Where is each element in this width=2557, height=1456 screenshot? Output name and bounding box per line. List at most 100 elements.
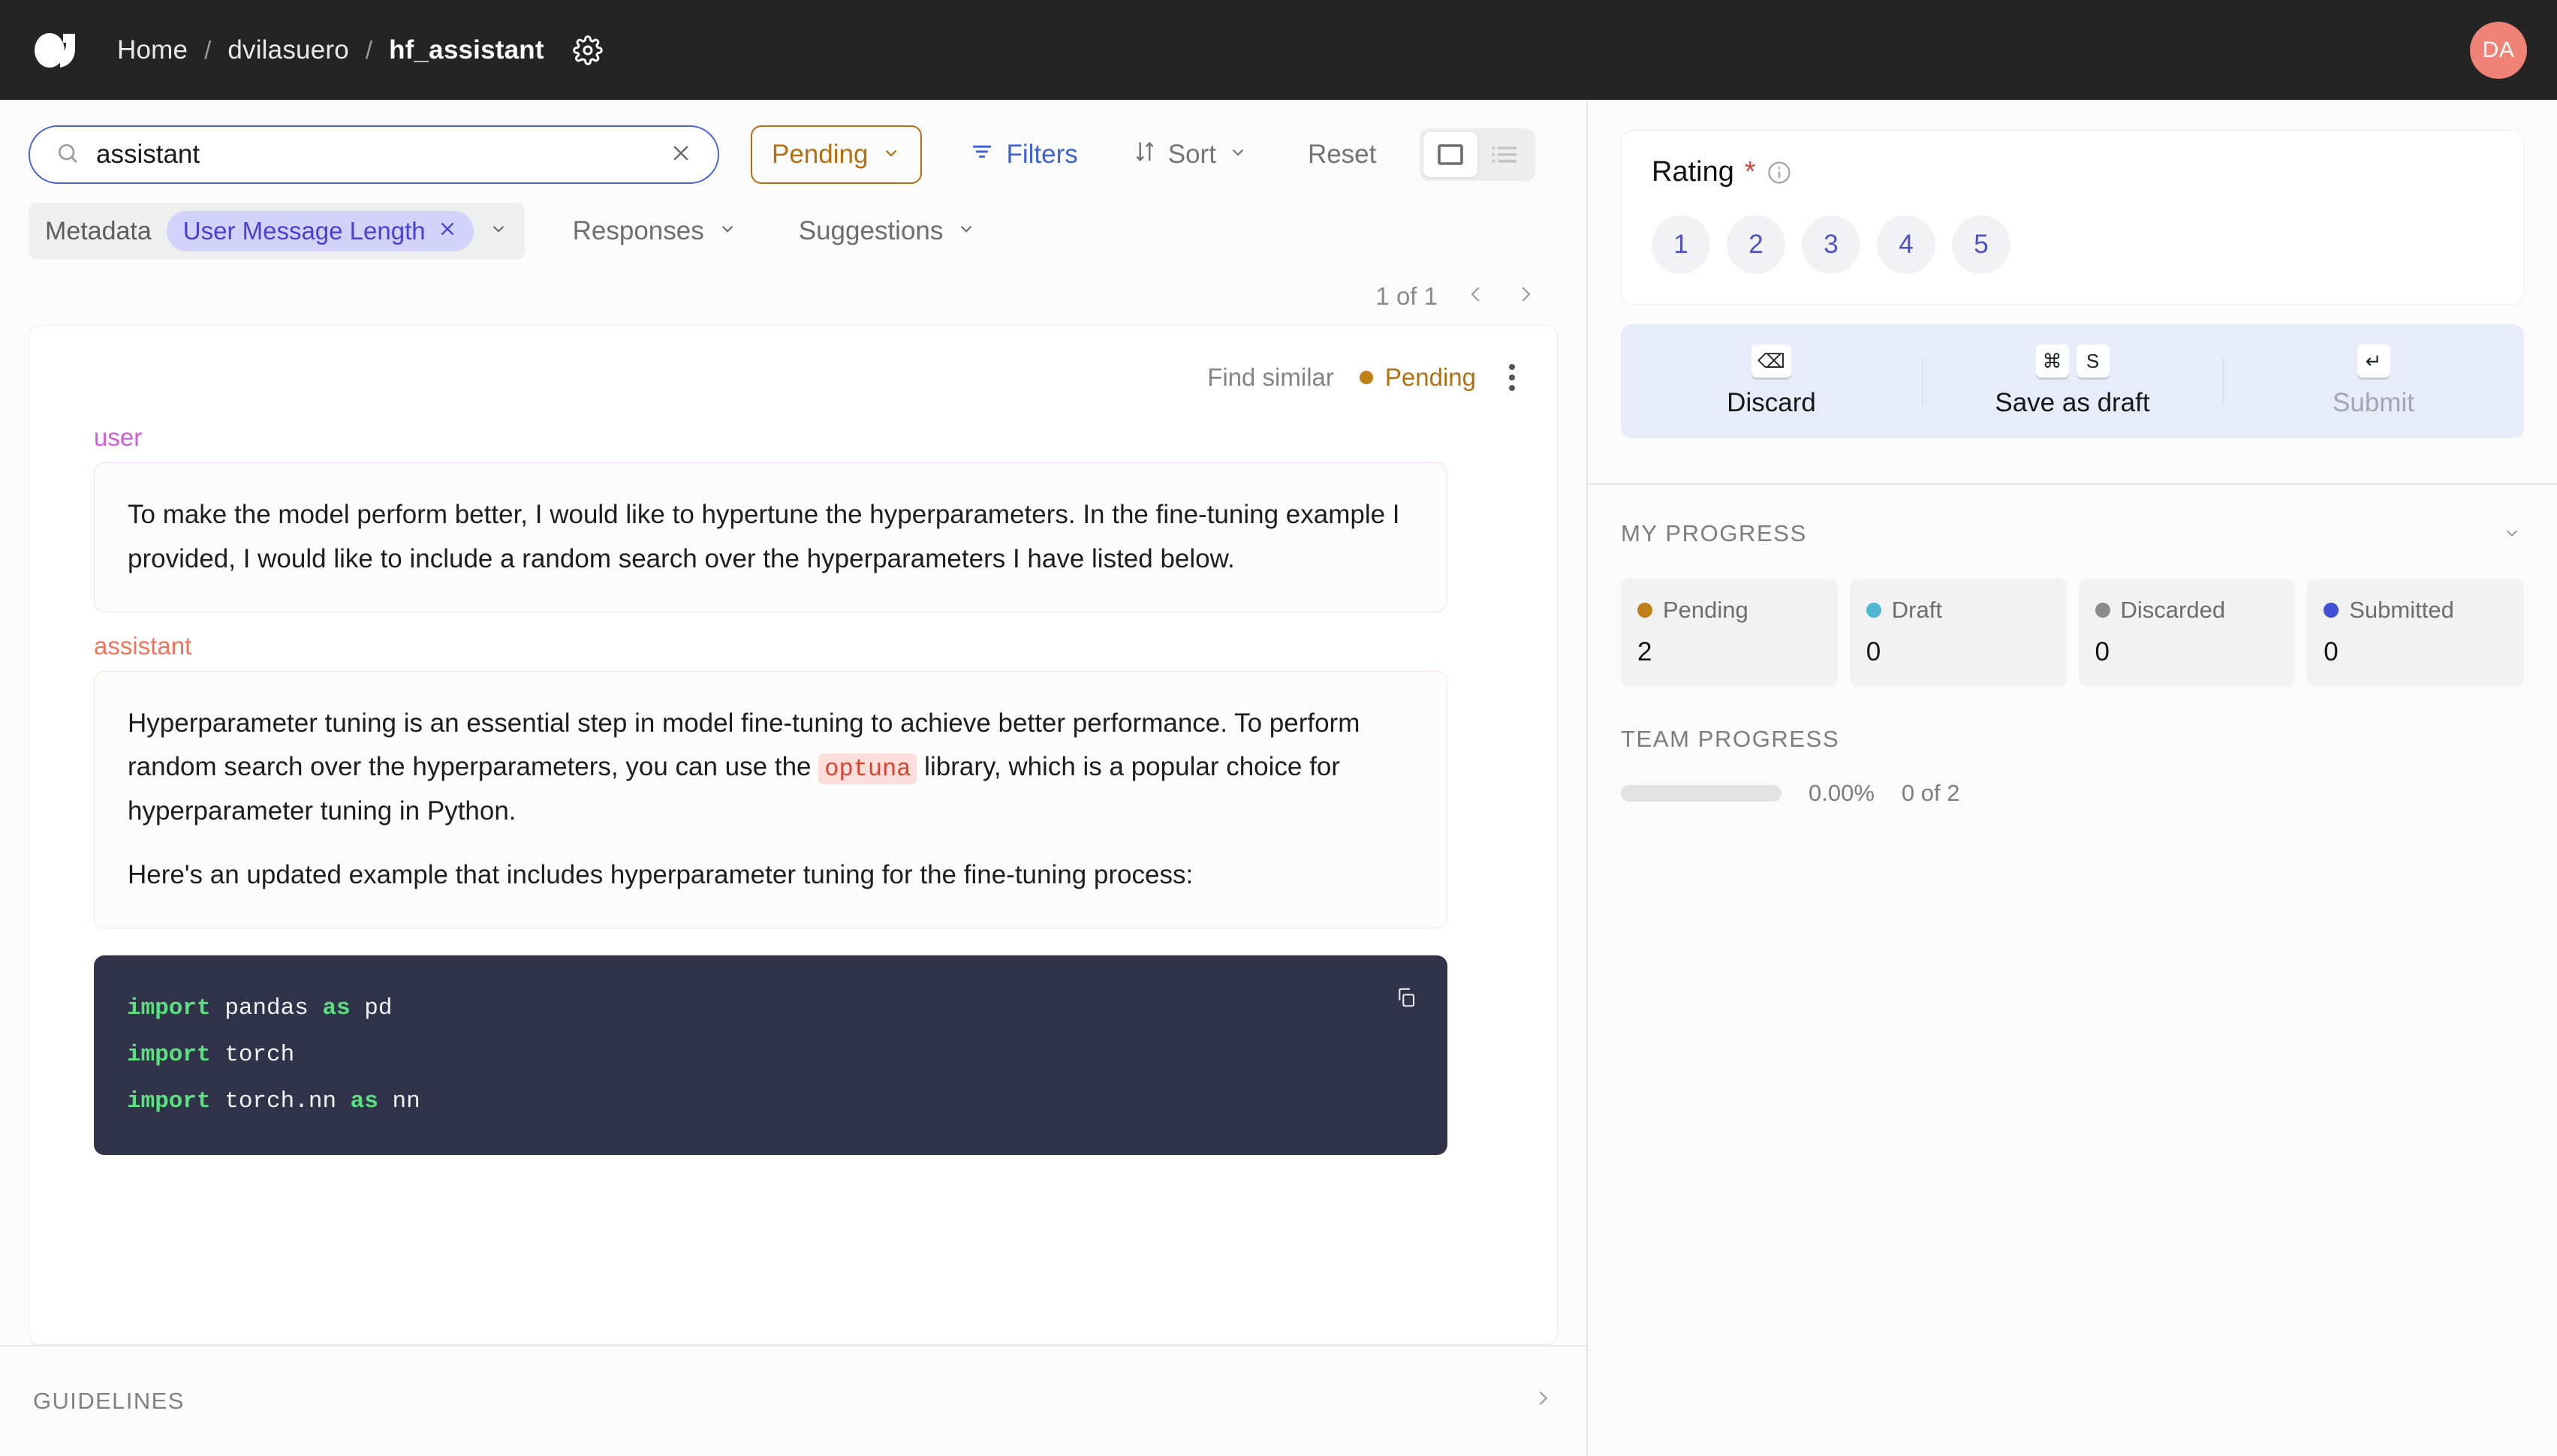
my-progress-title: MY PROGRESS <box>1621 519 1807 546</box>
stat-draft-header: Draft <box>1866 597 2050 624</box>
rating-option-1[interactable]: 1 <box>1652 215 1710 274</box>
discard-label: Discard <box>1727 388 1816 417</box>
stat-draft-label: Draft <box>1891 597 1942 623</box>
rating-options: 1 2 3 4 5 <box>1652 215 2493 274</box>
sort-icon <box>1134 140 1156 170</box>
message-role-user: user <box>94 423 143 451</box>
stat-submitted-value: 0 <box>2324 637 2339 666</box>
filter-toolbar: Pending Filters <box>0 100 1586 262</box>
rating-option-5[interactable]: 5 <box>1952 215 2010 274</box>
stat-pending-header: Pending <box>1637 597 1821 624</box>
stat-pending-label: Pending <box>1663 597 1748 623</box>
metadata-filter-group[interactable]: Metadata User Message Length <box>29 203 525 260</box>
breadcrumb-separator: / <box>204 35 212 64</box>
clear-search-icon[interactable] <box>670 142 692 168</box>
metadata-chip-label: User Message Length <box>182 217 426 245</box>
chevron-down-icon <box>881 140 901 170</box>
s-key-icon: S <box>2076 344 2110 378</box>
remove-metadata-chip-icon[interactable] <box>438 218 457 245</box>
code-keyword: import <box>127 1087 211 1115</box>
rating-option-4[interactable]: 4 <box>1877 215 1935 274</box>
record-status-badge: Pending <box>1359 363 1476 392</box>
chevron-right-icon[interactable] <box>1532 1385 1553 1417</box>
breadcrumb-dataset[interactable]: hf_assistant <box>389 35 544 65</box>
breadcrumb: Home / dvilasuero / hf_assistant <box>117 35 544 65</box>
chevron-right-icon[interactable] <box>1514 281 1537 311</box>
code-block: import pandas as pd import torch import … <box>94 955 1447 1155</box>
chevron-down-icon[interactable] <box>2500 519 2524 547</box>
stat-discarded-label: Discarded <box>2120 597 2226 623</box>
assistant-paragraph-2: Here's an updated example that includes … <box>128 859 1194 889</box>
chevron-left-icon[interactable] <box>1465 281 1487 311</box>
top-bar: Home / dvilasuero / hf_assistant DA <box>0 0 2557 100</box>
stat-submitted-label: Submitted <box>2349 597 2454 623</box>
discarded-dot-icon <box>2095 603 2110 618</box>
assistant-paragraph-1: Hyperparameter tuning is an essential st… <box>128 702 1414 834</box>
focus-view-button[interactable] <box>1423 132 1478 177</box>
chevron-down-icon <box>1228 143 1248 167</box>
message-bubble-assistant: Hyperparameter tuning is an essential st… <box>94 670 1447 928</box>
code-text: pandas <box>210 994 323 1021</box>
action-buttons-bar: ⌫ Discard ⌘ S Save as draft ↵ Submit <box>1621 324 2524 438</box>
suggestions-label: Suggestions <box>798 216 944 245</box>
submit-button[interactable]: ↵ Submit <box>2223 344 2524 418</box>
code-keyword: as <box>350 1087 378 1115</box>
copy-icon[interactable] <box>1395 981 1417 1027</box>
stat-card-pending[interactable]: Pending 2 <box>1621 579 1838 687</box>
stat-card-draft[interactable]: Draft 0 <box>1849 579 2067 687</box>
chevron-down-icon <box>956 219 976 244</box>
team-progress-title: TEAM PROGRESS <box>1621 726 1840 752</box>
find-similar-button[interactable]: Find similar <box>1207 363 1334 392</box>
search-input-container[interactable] <box>29 125 719 184</box>
suggestions-filter-button[interactable]: Suggestions <box>785 216 990 246</box>
save-as-draft-button[interactable]: ⌘ S Save as draft <box>1922 344 2223 418</box>
save-as-draft-label: Save as draft <box>1995 388 2150 417</box>
chevron-down-icon[interactable] <box>489 219 508 244</box>
avatar[interactable]: DA <box>2470 21 2527 79</box>
info-icon[interactable] <box>1766 160 1792 185</box>
question-rating-card: Rating * 1 2 3 4 5 <box>1621 130 2524 305</box>
guidelines-footer[interactable]: GUIDELINES <box>0 1345 1586 1456</box>
reset-button[interactable]: Reset <box>1290 125 1394 184</box>
code-keyword: as <box>322 994 351 1021</box>
team-progress-count: 0 of 2 <box>1901 780 1960 806</box>
stat-card-submitted[interactable]: Submitted 0 <box>2307 579 2524 687</box>
argilla-logo[interactable] <box>33 32 87 68</box>
command-key-icon: ⌘ <box>2035 344 2069 378</box>
breadcrumb-workspace[interactable]: dvilasuero <box>227 35 349 65</box>
stat-discarded-header: Discarded <box>2095 597 2279 624</box>
discard-button[interactable]: ⌫ Discard <box>1621 344 1922 418</box>
toolbar-row-primary: Pending Filters <box>29 125 1558 184</box>
question-title: Rating <box>1652 156 1734 188</box>
bulk-view-button[interactable] <box>1477 132 1531 177</box>
record-card-header: Find similar Pending <box>64 351 1522 404</box>
sort-button[interactable]: Sort <box>1116 125 1266 184</box>
breadcrumb-home[interactable]: Home <box>117 35 188 65</box>
draft-dot-icon <box>1866 603 1881 618</box>
metadata-chip[interactable]: User Message Length <box>166 211 474 251</box>
guidelines-title: GUIDELINES <box>33 1388 185 1414</box>
submit-label: Submit <box>2333 388 2414 417</box>
filters-label: Filters <box>1006 140 1078 169</box>
responses-filter-button[interactable]: Responses <box>559 216 751 246</box>
view-mode-toggle[interactable] <box>1420 128 1536 181</box>
search-input[interactable] <box>96 140 653 170</box>
chevron-down-icon <box>718 219 737 244</box>
gear-icon[interactable] <box>571 34 604 67</box>
my-progress-header[interactable]: MY PROGRESS <box>1621 519 2524 547</box>
kebab-menu-icon[interactable] <box>1501 358 1522 397</box>
rating-option-2[interactable]: 2 <box>1727 215 1785 274</box>
required-asterisk: * <box>1744 156 1756 188</box>
team-progress-percent: 0.00% <box>1809 780 1875 806</box>
backspace-key-icon: ⌫ <box>1751 344 1791 378</box>
status-filter-button[interactable]: Pending <box>751 125 923 184</box>
discard-shortcut: ⌫ <box>1751 344 1791 378</box>
rating-option-3[interactable]: 3 <box>1802 215 1860 274</box>
my-progress-stats: Pending 2 Draft 0 Discarded 0 Submitted … <box>1621 579 2524 687</box>
inline-code-optuna: optuna <box>818 754 917 785</box>
records-panel: Pending Filters <box>0 100 1588 1456</box>
stat-card-discarded[interactable]: Discarded 0 <box>2078 579 2296 687</box>
filters-button[interactable]: Filters <box>952 125 1095 184</box>
save-draft-shortcut: ⌘ S <box>2035 344 2110 378</box>
stat-pending-value: 2 <box>1637 637 1652 666</box>
